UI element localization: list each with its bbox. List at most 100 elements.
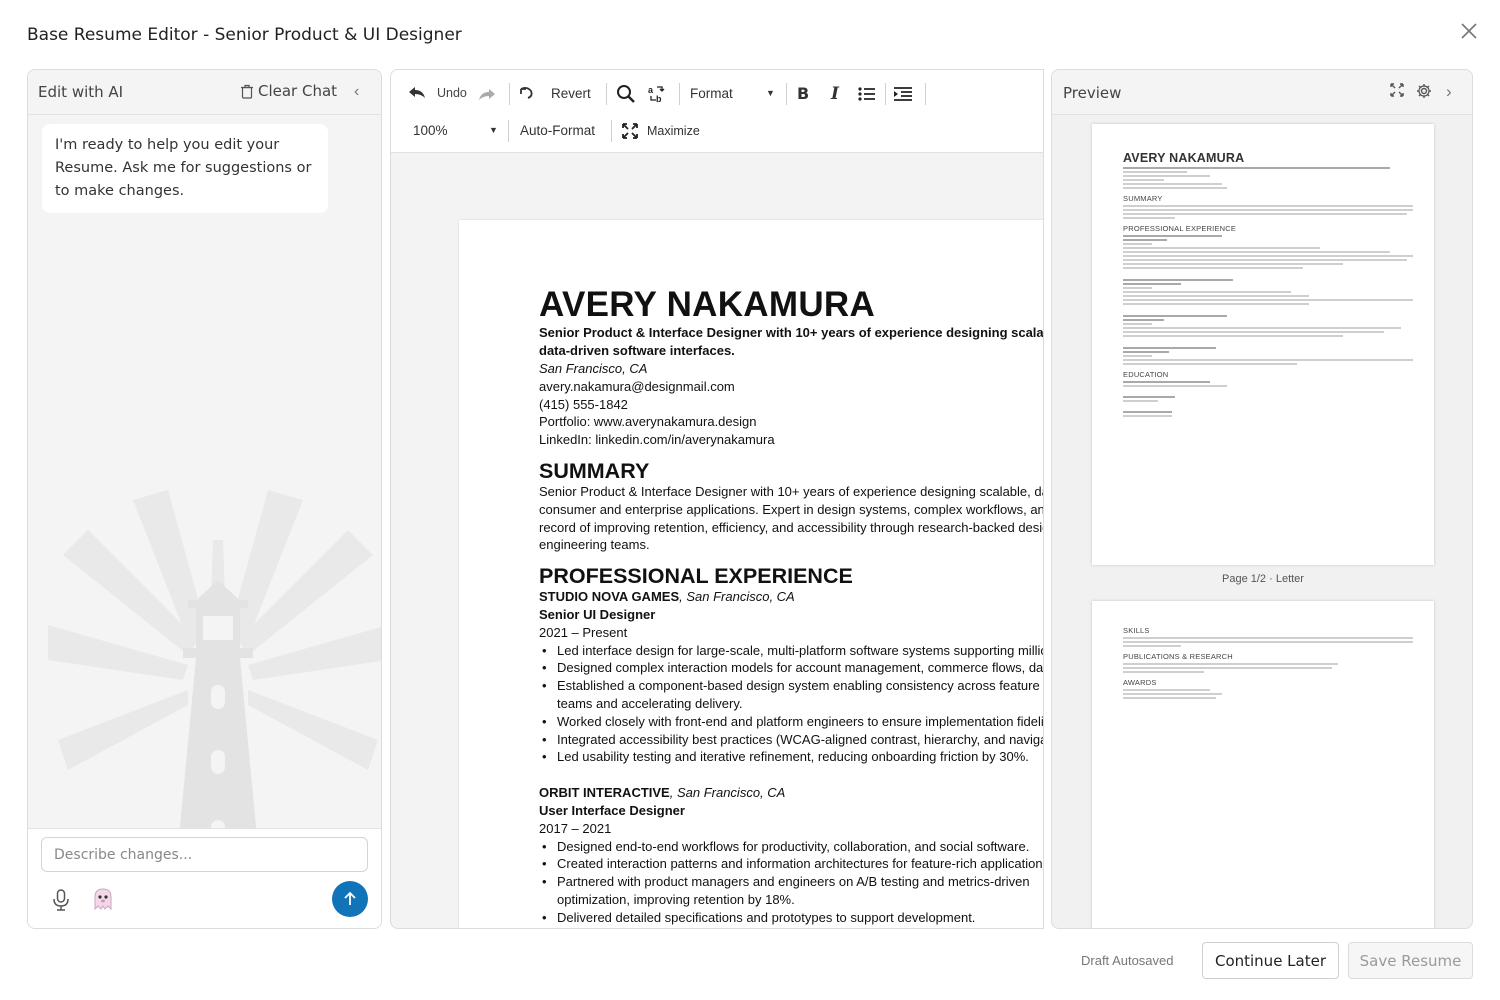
chat-input[interactable]: [41, 837, 368, 872]
preview-experience-heading: PROFESSIONAL EXPERIENCE: [1123, 224, 1237, 233]
resume-tagline: Senior Product & Interface Designer with…: [539, 325, 1044, 358]
job-bullet: Led interface design for large-scale, mu…: [539, 642, 1043, 660]
arrow-up-icon: [344, 891, 356, 905]
job-dates: 2017 – 2021: [539, 820, 612, 836]
job-title: User Interface Designer: [539, 802, 685, 818]
find-replace-icon[interactable]: ab: [647, 84, 667, 104]
resume-editor-dialog: Base Resume Editor - Senior Product & UI…: [0, 0, 1500, 1000]
maximize-icon: [622, 123, 638, 139]
preview-title: Preview: [1063, 84, 1122, 102]
microphone-icon[interactable]: [52, 889, 70, 911]
job-company-line: ORBIT INTERACTIVE, San Francisco, CA: [539, 784, 1043, 802]
undo-button[interactable]: Undo: [407, 84, 467, 102]
job-company: ORBIT INTERACTIVE: [539, 785, 670, 801]
job-dates: 2021 – Present: [539, 624, 628, 640]
autosave-status: Draft Autosaved: [1081, 953, 1174, 968]
undo-icon: [409, 87, 425, 98]
dialog-title: Base Resume Editor - Senior Product & UI…: [27, 25, 462, 45]
toolbar-divider: [925, 83, 926, 105]
chevron-right-icon[interactable]: ›: [1446, 82, 1452, 102]
indent-icon[interactable]: [893, 87, 913, 101]
job-bullets: Led interface design for large-scale, mu…: [539, 642, 1043, 767]
job-bullet: Designed complex interaction models for …: [539, 659, 1043, 677]
job-bullet: Worked closely with front-end and platfo…: [539, 713, 1043, 731]
preview-skills-heading: SKILLS: [1123, 626, 1150, 635]
editor-toolbar: Undo Revert ab Format ▼ B I 100% ▼ Auto-…: [391, 70, 1043, 153]
caret-down-icon: ▼: [766, 88, 775, 98]
summary-line: engineering teams.: [539, 537, 650, 553]
resume-name: AVERY NAKAMURA: [539, 285, 876, 324]
auto-format-label: Auto-Format: [520, 123, 596, 138]
resume-document[interactable]: AVERY NAKAMURA Senior Product & Interfac…: [459, 220, 1044, 928]
preview-publications-heading: PUBLICATIONS & RESEARCH: [1123, 652, 1233, 661]
maximize-label: Maximize: [647, 124, 700, 138]
job-title: Senior UI Designer: [539, 606, 656, 622]
svg-text:b: b: [656, 94, 662, 104]
close-icon[interactable]: [1458, 20, 1480, 42]
job-bullet: Partnered with product managers and engi…: [539, 873, 1043, 909]
summary-heading: SUMMARY: [539, 458, 650, 483]
job-bullet: Established a component-based design sys…: [539, 677, 1043, 713]
trash-icon: [241, 84, 253, 99]
job-bullets: Designed end-to-end workflows for produc…: [539, 838, 1043, 927]
resume-email: avery.nakamura@designmail.com: [539, 378, 735, 394]
preview-page-2[interactable]: SKILLS PUBLICATIONS & RESEARCH AWARDS: [1092, 601, 1434, 928]
job-location: , San Francisco, CA: [669, 785, 786, 801]
ghost-icon[interactable]: [92, 887, 114, 911]
preview-name: AVERY NAKAMURA: [1123, 151, 1245, 165]
preview-summary-heading: SUMMARY: [1123, 194, 1163, 203]
experience-heading: PROFESSIONAL EXPERIENCE: [539, 564, 853, 589]
bullet-list-icon[interactable]: [858, 87, 876, 101]
zoom-dropdown[interactable]: 100% ▼: [413, 123, 499, 138]
preview-header: Preview ›: [1052, 70, 1472, 115]
job-location: , San Francisco, CA: [679, 589, 795, 605]
toolbar-divider: [509, 83, 510, 105]
toolbar-divider: [606, 83, 607, 105]
fullscreen-icon[interactable]: [1390, 83, 1404, 102]
chevron-left-icon[interactable]: ‹: [354, 83, 359, 101]
ai-chat-panel: Edit with AI Clear Chat ‹ I'm ready to h…: [27, 69, 382, 929]
job-bullet: Created interaction patterns and informa…: [539, 855, 1043, 873]
page-indicator: Page 1/2 · Letter: [1222, 573, 1304, 585]
job-bullet: Integrated accessibility best practices …: [539, 731, 1043, 749]
zoom-value: 100%: [413, 123, 448, 138]
resume-linkedin: LinkedIn: linkedin.com/in/averynakamura: [539, 432, 775, 448]
maximize-button[interactable]: Maximize: [622, 123, 700, 139]
summary-line: consumer and enterprise applications. Ex…: [539, 501, 1043, 517]
gear-icon[interactable]: [1416, 83, 1432, 104]
clear-chat-label: Clear Chat: [258, 82, 338, 100]
chat-header: Edit with AI Clear Chat ‹: [28, 70, 381, 115]
send-button[interactable]: [332, 881, 368, 917]
continue-later-button[interactable]: Continue Later: [1202, 942, 1339, 979]
format-label: Format: [690, 86, 733, 101]
preview-page-1[interactable]: AVERY NAKAMURA SUMMARY PROFESSIONAL EXPE…: [1092, 124, 1434, 565]
undo-label: Undo: [437, 86, 467, 100]
save-resume-button[interactable]: Save Resume: [1348, 942, 1473, 979]
toolbar-divider: [508, 120, 509, 142]
toolbar-divider: [786, 83, 787, 105]
revert-icon: [520, 86, 533, 99]
preview-awards-heading: AWARDS: [1123, 678, 1157, 687]
editor-panel: Undo Revert ab Format ▼ B I 100% ▼ Auto-…: [390, 69, 1044, 929]
format-dropdown[interactable]: Format ▼: [690, 86, 776, 101]
summary-line: record of improving retention, efficienc…: [539, 519, 1043, 535]
clear-chat-button[interactable]: Clear Chat: [240, 82, 337, 100]
italic-icon[interactable]: I: [831, 84, 839, 104]
toolbar-divider: [885, 83, 886, 105]
auto-format-button[interactable]: Auto-Format: [520, 123, 595, 138]
toolbar-divider: [611, 120, 612, 142]
summary-line: Senior Product & Interface Designer with…: [539, 483, 1043, 499]
resume-content[interactable]: AVERY NAKAMURA Senior Product & Interfac…: [539, 285, 1044, 927]
revert-button[interactable]: Revert: [517, 85, 591, 101]
resume-phone: (415) 555-1842: [539, 396, 628, 412]
assistant-message: I'm ready to help you edit your Resume. …: [42, 124, 328, 213]
caret-down-icon: ▼: [489, 125, 498, 135]
job-bullet: Led usability testing and iterative refi…: [539, 748, 1043, 766]
preview-page-content: SKILLS PUBLICATIONS & RESEARCH AWARDS: [1123, 621, 1413, 699]
redo-button[interactable]: [477, 86, 497, 104]
chat-composer: [28, 828, 381, 928]
preview-panel: Preview › AVERY NAKAMURA SUMMARY PROFESS…: [1051, 69, 1473, 929]
bold-icon[interactable]: B: [797, 84, 809, 103]
job-bullet: Designed end-to-end workflows for produc…: [539, 838, 1043, 856]
search-icon[interactable]: [616, 84, 636, 104]
